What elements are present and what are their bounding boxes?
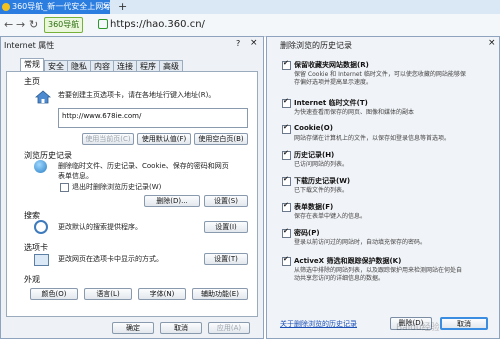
search-settings-button[interactable]: 设置(I) — [204, 221, 248, 233]
delete-option-desc: 动共享您访问的详细信息的数据。 — [294, 275, 385, 282]
delete-option-desc: 保存在表单中键入的信息。 — [294, 213, 367, 220]
tabs-settings-button[interactable]: 设置(T) — [204, 253, 248, 265]
delete-option-checkbox[interactable] — [282, 149, 291, 160]
delete-option-desc: 网站存储在计算机上的文件，以保存如登录信息等首选项。 — [294, 135, 451, 142]
use-default-button[interactable]: 使用默认值(F) — [137, 133, 191, 145]
use-current-button[interactable]: 使用当前页(C) — [82, 133, 134, 145]
new-tab-icon[interactable]: + — [118, 0, 127, 14]
delete-option-checkbox[interactable] — [282, 123, 291, 134]
tab-security[interactable]: 安全 — [44, 60, 68, 71]
search-section-title: 搜索 — [24, 211, 40, 220]
dialog-close-icon[interactable]: × — [250, 38, 258, 48]
watermark: Baidu经验 — [396, 323, 440, 333]
360-nav-tag[interactable]: 360导航 — [44, 17, 84, 33]
home-page-field[interactable]: http://www.678ie.com/ — [58, 108, 248, 128]
browser-tab-title: 360导航_新一代安全上网导航 — [12, 2, 110, 11]
about-delete-link[interactable]: 关于删除浏览的历史记录 — [280, 319, 357, 329]
delete-dialog-close-icon[interactable]: × — [488, 38, 496, 48]
delete-option-checkbox[interactable] — [282, 201, 291, 212]
delete-option-label: Cookie(O) — [294, 124, 333, 132]
tab-privacy[interactable]: 隐私 — [67, 60, 91, 71]
use-blank-button[interactable]: 使用空白页(B) — [194, 133, 248, 145]
tab-advanced[interactable]: 高级 — [159, 60, 183, 71]
cancel-button[interactable]: 取消 — [160, 322, 202, 334]
browser-tab[interactable]: 360导航_新一代安全上网导航 — [0, 0, 110, 14]
fonts-button[interactable]: 字体(N) — [138, 288, 186, 300]
delete-option-desc: 已下载文件的列表。 — [294, 187, 349, 194]
help-icon[interactable]: ? — [236, 39, 240, 48]
search-icon — [34, 220, 48, 234]
tab-close-icon[interactable]: × — [102, 0, 110, 14]
colors-button[interactable]: 颜色(O) — [30, 288, 78, 300]
house-icon — [35, 90, 51, 104]
history-globe-icon — [34, 160, 47, 173]
delete-on-exit-checkbox[interactable] — [60, 183, 69, 192]
delete-option-desc: 登录以前访问过的网站时，自动填充保存的密码。 — [294, 239, 427, 246]
history-settings-button[interactable]: 设置(S) — [204, 195, 248, 207]
accessibility-button[interactable]: 辅助功能(E) — [192, 288, 248, 300]
dialog-title: Internet 属性 — [4, 41, 55, 50]
history-section-title: 浏览历史记录 — [24, 151, 72, 160]
apply-button[interactable]: 应用(A) — [208, 322, 250, 334]
delete-option-checkbox[interactable] — [282, 175, 291, 186]
tab-programs[interactable]: 程序 — [136, 60, 160, 71]
history-desc-line2: 表单信息。 — [58, 172, 93, 180]
tab-content[interactable]: 内容 — [90, 60, 114, 71]
home-section-title: 主页 — [24, 77, 40, 86]
delete-option-desc: 存偏好选项并提高显示速度。 — [294, 79, 373, 86]
delete-history-button[interactable]: 删除(D)... — [144, 195, 200, 207]
search-desc: 更改默认的搜索提供程序。 — [58, 223, 142, 231]
tabs-desc: 更改网页在选项卡中显示的方式。 — [58, 255, 163, 263]
tabs-section-title: 选项卡 — [24, 243, 48, 252]
delete-option-checkbox[interactable] — [282, 97, 291, 108]
appearance-section-title: 外观 — [24, 275, 40, 284]
delete-dialog-title: 删除浏览的历史记录 — [280, 41, 352, 50]
delete-cancel-button[interactable]: 取消 — [440, 317, 488, 330]
360-logo-icon — [2, 3, 10, 11]
home-desc: 若要创建主页选项卡，请在各地址行键入地址(R)。 — [58, 91, 216, 99]
delete-option-desc: 为快速查看而保存的网页、图像和媒体的副本 — [294, 109, 415, 116]
tab-general[interactable]: 常规 — [20, 58, 44, 71]
forward-icon[interactable]: → — [16, 18, 25, 31]
refresh-icon[interactable]: ↻ — [29, 18, 38, 31]
delete-on-exit-label: 退出时删除浏览历史记录(W) — [72, 183, 162, 191]
history-desc-line1: 删除临时文件、历史记录、Cookie、保存的密码和网页 — [58, 162, 229, 170]
ok-button[interactable]: 确定 — [112, 322, 154, 334]
delete-option-checkbox[interactable] — [282, 59, 291, 70]
lock-icon — [98, 19, 108, 29]
tab-connections[interactable]: 连接 — [113, 60, 137, 71]
back-icon[interactable]: ← — [4, 18, 13, 31]
url-text[interactable]: https://hao.360.cn/ — [110, 17, 205, 33]
delete-option-desc: 已访问网站的列表。 — [294, 161, 349, 168]
tabs-icon — [34, 254, 49, 266]
delete-option-checkbox[interactable] — [282, 255, 291, 266]
delete-option-checkbox[interactable] — [282, 227, 291, 238]
languages-button[interactable]: 语言(L) — [84, 288, 132, 300]
